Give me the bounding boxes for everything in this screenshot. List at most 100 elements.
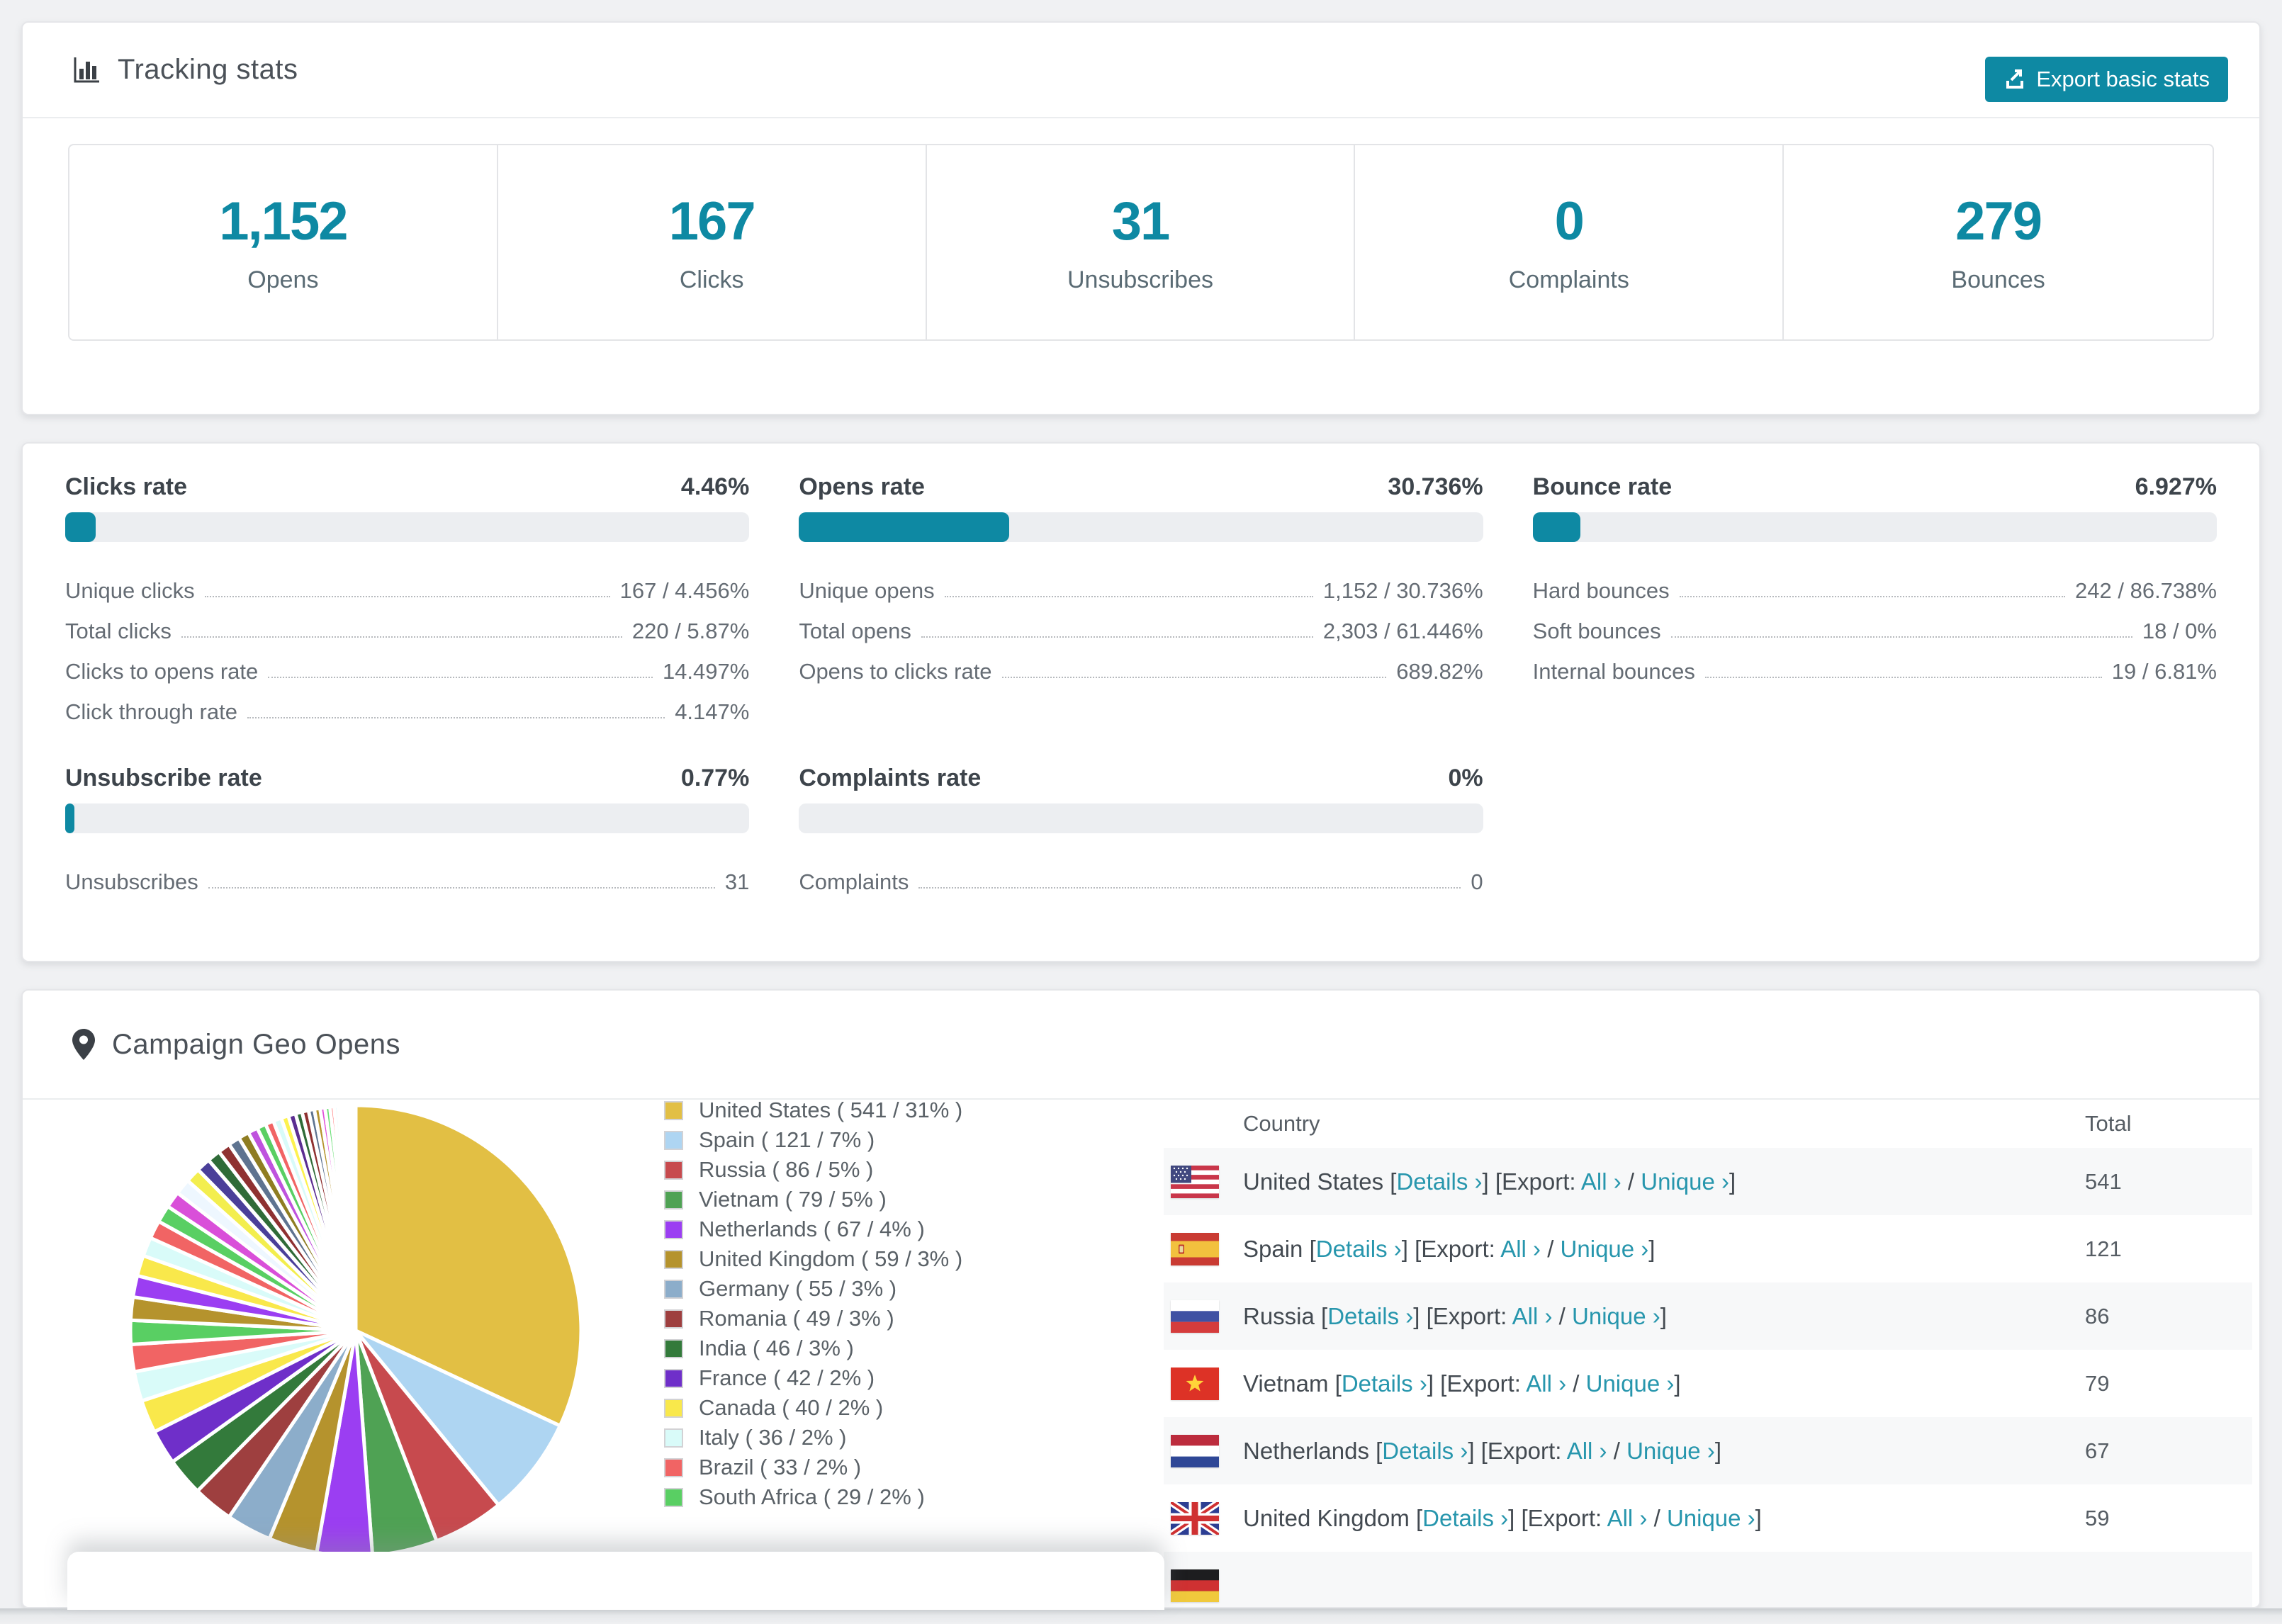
- progress-track: [799, 512, 1483, 542]
- country-cell: Vietnam [Details ›] [Export: All › / Uni…: [1243, 1370, 1681, 1397]
- legend-label: South Africa ( 29 / 2% ): [699, 1484, 925, 1509]
- table-row: Russia [Details ›] [Export: All › / Uniq…: [1164, 1282, 2252, 1350]
- pie-slice: [353, 1103, 358, 1331]
- export-all-link[interactable]: All ›: [1526, 1370, 1566, 1397]
- dotted-leader: [204, 596, 610, 597]
- rate-title: Bounce rate: [1532, 473, 1673, 500]
- rate-percent-value: 4.46%: [680, 473, 750, 500]
- geo-opens-pie-chart: [128, 1103, 583, 1558]
- export-all-link[interactable]: All ›: [1567, 1438, 1607, 1464]
- legend-item[interactable]: Italy ( 36 / 2% ): [664, 1423, 962, 1453]
- details-link[interactable]: Details ›: [1327, 1303, 1413, 1329]
- legend-item[interactable]: Netherlands ( 67 / 4% ): [664, 1214, 962, 1244]
- export-unique-link[interactable]: Unique ›: [1572, 1303, 1660, 1329]
- campaign-geo-opens-title: Campaign Geo Opens: [112, 1028, 401, 1060]
- geo-opens-table: Country Total United States [Details ›] …: [1164, 1100, 2252, 1607]
- legend-item[interactable]: France ( 42 / 2% ): [664, 1363, 962, 1393]
- stat-label: Opens: [247, 266, 319, 293]
- legend-swatch: [664, 1428, 683, 1448]
- rate-detail-value: 220 / 5.87%: [631, 619, 750, 643]
- rate-detail-label: Click through rate: [65, 699, 237, 724]
- progress-fill: [65, 512, 96, 542]
- flag-gb: [1171, 1501, 1219, 1535]
- details-link[interactable]: Details ›: [1396, 1168, 1482, 1195]
- rate-title: Clicks rate: [65, 473, 187, 500]
- export-all-link[interactable]: All ›: [1500, 1236, 1541, 1262]
- rate-section-clicks-rate: Clicks rate 4.46% Unique clicks 167 / 4.456…: [65, 473, 750, 725]
- legend-item[interactable]: Romania ( 49 / 3% ): [664, 1304, 962, 1333]
- export-unique-link[interactable]: Unique ›: [1586, 1370, 1675, 1397]
- legend-item[interactable]: Spain ( 121 / 7% ): [664, 1125, 962, 1155]
- legend-label: Romania ( 49 / 3% ): [699, 1306, 894, 1331]
- legend-label: Italy ( 36 / 2% ): [699, 1425, 847, 1450]
- legend-swatch: [664, 1190, 683, 1209]
- rate-section-complaints-rate: Complaints rate 0% Complaints 0: [799, 765, 1483, 895]
- stat-value: 279: [1955, 191, 2042, 252]
- legend-item[interactable]: Brazil ( 33 / 2% ): [664, 1453, 962, 1482]
- progress-fill: [1532, 512, 1580, 542]
- details-link[interactable]: Details ›: [1342, 1370, 1427, 1397]
- dotted-leader: [247, 717, 665, 718]
- legend-swatch: [664, 1249, 683, 1269]
- legend-item[interactable]: South Africa ( 29 / 2% ): [664, 1482, 962, 1512]
- rate-detail-value: 4.147%: [675, 699, 750, 724]
- export-button-label: Export basic stats: [2036, 67, 2210, 91]
- legend-item[interactable]: United States ( 541 / 31% ): [664, 1095, 962, 1125]
- legend-label: United States ( 541 / 31% ): [699, 1098, 963, 1122]
- flag-nl: [1171, 1434, 1219, 1467]
- row-total-value: 59: [2085, 1505, 2110, 1530]
- table-row: United States [Details ›] [Export: All ›…: [1164, 1148, 2252, 1215]
- details-link[interactable]: Details ›: [1422, 1505, 1508, 1531]
- legend-label: Spain ( 121 / 7% ): [699, 1127, 875, 1152]
- legend-swatch: [664, 1160, 683, 1180]
- table-row: Spain [Details ›] [Export: All › / Uniqu…: [1164, 1215, 2252, 1282]
- legend-swatch: [664, 1338, 683, 1358]
- export-unique-link[interactable]: Unique ›: [1561, 1236, 1649, 1262]
- location-pin-icon: [72, 1029, 95, 1060]
- export-unique-link[interactable]: Unique ›: [1626, 1438, 1715, 1464]
- legend-label: United Kingdom ( 59 / 3% ): [699, 1246, 963, 1271]
- legend-item[interactable]: Vietnam ( 79 / 5% ): [664, 1185, 962, 1214]
- details-link[interactable]: Details ›: [1382, 1438, 1468, 1464]
- export-all-link[interactable]: All ›: [1581, 1168, 1621, 1195]
- flag-vn: [1171, 1367, 1219, 1400]
- rate-detail-label: Total clicks: [65, 619, 172, 643]
- rate-detail-row: Total clicks 220 / 5.87%: [65, 604, 749, 644]
- legend-item[interactable]: India ( 46 / 3% ): [664, 1333, 962, 1363]
- legend-swatch: [664, 1219, 683, 1239]
- rate-detail-value: 2,303 / 61.446%: [1322, 619, 1483, 643]
- rate-detail-value: 0: [1471, 869, 1483, 894]
- progress-fill: [799, 512, 1010, 542]
- stat-cell: 167 Clicks: [498, 145, 927, 339]
- rate-detail-value: 18 / 0%: [2142, 619, 2217, 643]
- stat-cell: 0 Complaints: [1355, 145, 1784, 339]
- rate-detail-value: 19 / 6.81%: [2111, 659, 2217, 684]
- bottom-fade-overlay: [67, 1552, 1164, 1610]
- legend-label: Brazil ( 33 / 2% ): [699, 1455, 862, 1479]
- legend-swatch: [664, 1487, 683, 1507]
- legend-item[interactable]: Canada ( 40 / 2% ): [664, 1393, 962, 1423]
- rate-percent-value: 0.77%: [680, 765, 750, 791]
- legend-item[interactable]: Russia ( 86 / 5% ): [664, 1155, 962, 1185]
- rate-detail-row: Soft bounces 18 / 0%: [1533, 604, 2217, 644]
- dotted-leader: [944, 596, 1313, 597]
- export-unique-link[interactable]: Unique ›: [1641, 1168, 1729, 1195]
- export-icon: [2003, 68, 2026, 91]
- rate-title: Unsubscribe rate: [65, 765, 262, 791]
- rate-detail-row: Total opens 2,303 / 61.446%: [799, 604, 1483, 644]
- export-basic-stats-button[interactable]: Export basic stats: [1985, 57, 2228, 102]
- export-unique-link[interactable]: Unique ›: [1667, 1505, 1755, 1531]
- table-row: United Kingdom [Details ›] [Export: All …: [1164, 1484, 2252, 1552]
- progress-track: [1532, 512, 2217, 542]
- export-all-link[interactable]: All ›: [1512, 1303, 1553, 1329]
- geo-opens-legend: United States ( 541 / 31% ) Spain ( 121 /…: [664, 1095, 962, 1512]
- details-link[interactable]: Details ›: [1316, 1236, 1402, 1262]
- country-cell: Russia [Details ›] [Export: All › / Uniq…: [1243, 1302, 1667, 1329]
- legend-item[interactable]: United Kingdom ( 59 / 3% ): [664, 1244, 962, 1274]
- dotted-leader: [268, 677, 653, 678]
- export-all-link[interactable]: All ›: [1607, 1505, 1648, 1531]
- legend-item[interactable]: Germany ( 55 / 3% ): [664, 1274, 962, 1304]
- rate-detail-row: Unique clicks 167 / 4.456%: [65, 563, 749, 604]
- country-name: Spain [: [1243, 1235, 1316, 1262]
- table-row: [1164, 1552, 2252, 1607]
